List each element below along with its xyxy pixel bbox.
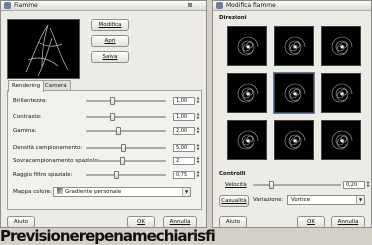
cancel-button[interactable]: Annulla (331, 216, 365, 228)
sample-density-field[interactable]: 5,00 (173, 144, 195, 152)
contrast-label: Contrasto: (13, 114, 42, 120)
flame-preview (7, 19, 80, 79)
slider-handle[interactable] (110, 113, 116, 121)
directions-title: Direzioni (219, 15, 247, 21)
tab-rendering[interactable]: Rendering (8, 80, 45, 92)
sample-density-label: Densità campionamento: (13, 145, 83, 151)
help-button[interactable]: Aiuto (7, 216, 35, 228)
direction-preview[interactable] (227, 120, 267, 160)
oversample-field[interactable]: 2 (173, 157, 195, 165)
spin-arrows-icon[interactable]: ▲ ▼ (365, 180, 371, 189)
direction-preview[interactable] (321, 120, 361, 160)
slider-handle[interactable] (116, 127, 121, 135)
direction-preview[interactable] (274, 26, 314, 66)
filter-radius-label: Raggio filtro spaziale: (13, 172, 73, 178)
slider-handle[interactable] (113, 171, 119, 179)
modifica-button[interactable]: Modifica (91, 19, 129, 31)
sample-density-slider[interactable] (86, 144, 166, 152)
spin-arrows-icon[interactable]: ▲ ▼ (195, 112, 201, 121)
cancel-button[interactable]: Annulla (163, 216, 197, 228)
slider-handle[interactable] (268, 181, 274, 189)
brightness-slider[interactable] (86, 97, 166, 105)
colormap-select[interactable]: Gradiente personale ▼ (53, 187, 191, 197)
ok-button[interactable]: OK (127, 216, 155, 228)
colormap-value: Gradiente personale (65, 189, 122, 195)
help-button[interactable]: Aiuto (219, 216, 247, 228)
flame-titlebar: Fiamme ⊠ (1, 1, 206, 11)
spin-arrows-icon[interactable]: ▲ ▼ (195, 170, 201, 179)
overlapping-caption-strip: Previsionerepenamechiarisfi (0, 228, 372, 245)
direction-preview[interactable] (321, 73, 361, 113)
direction-preview-selected[interactable] (273, 72, 315, 114)
spin-arrows-icon[interactable]: ▲ ▼ (195, 143, 201, 152)
gamma-field[interactable]: 2,00 (173, 127, 195, 135)
spin-arrows-icon[interactable]: ▲ ▼ (195, 156, 201, 165)
gamma-label: Gamma: (13, 128, 37, 134)
gamma-slider[interactable] (86, 127, 166, 135)
filter-radius-field[interactable]: 0,75 (173, 171, 195, 179)
oversample-slider[interactable] (86, 157, 166, 165)
direction-preview[interactable] (227, 26, 267, 66)
apri-button[interactable]: Apri (91, 35, 129, 47)
colormap-label: Mappa colore: (13, 189, 52, 195)
flame-preview-graphic (25, 24, 69, 77)
slider-handle[interactable] (110, 97, 116, 105)
brightness-label: Brillantezza: (13, 98, 48, 104)
spin-arrows-icon[interactable]: ▲ ▼ (195, 96, 201, 105)
variation-label: Variazione: (253, 197, 284, 203)
spin-arrows-icon[interactable]: ▲ ▼ (195, 126, 201, 135)
speed-slider[interactable] (253, 181, 341, 189)
app-icon (4, 2, 11, 9)
controls-title: Controlli (219, 171, 246, 177)
random-button[interactable]: Casualità (219, 195, 249, 207)
edit-flame-dialog: Modifica fiamme Direzioni Controlli Velo… (212, 0, 372, 228)
variation-select[interactable]: Vortice ▼ (287, 195, 365, 205)
salva-button[interactable]: Salva (91, 51, 129, 63)
flame-title: Fiamme (14, 2, 38, 9)
close-icon[interactable]: ⊠ (182, 1, 198, 10)
chevron-down-icon[interactable]: ▼ (182, 188, 190, 196)
gradient-swatch-icon (57, 188, 63, 194)
brightness-field[interactable]: 1,00 (173, 97, 195, 105)
direction-preview[interactable] (274, 120, 314, 160)
edit-flame-title: Modifica fiamme (226, 2, 276, 9)
variation-value: Vortice (291, 197, 311, 203)
contrast-slider[interactable] (86, 113, 166, 121)
speed-field[interactable]: 0,20 (343, 181, 365, 189)
flame-dialog: Fiamme ⊠ Modifica Apri Salva Rendering C… (0, 0, 207, 228)
filter-radius-slider[interactable] (86, 171, 166, 179)
chevron-down-icon[interactable]: ▼ (356, 196, 364, 204)
contrast-field[interactable]: 1,00 (173, 113, 195, 121)
direction-preview[interactable] (227, 73, 267, 113)
speed-label: Velocità (225, 182, 247, 188)
slider-handle[interactable] (120, 157, 125, 165)
ok-button[interactable]: OK (297, 216, 325, 228)
edit-flame-titlebar: Modifica fiamme (213, 1, 371, 11)
slider-handle[interactable] (120, 144, 126, 152)
app-icon (216, 2, 223, 9)
direction-preview[interactable] (321, 26, 361, 66)
